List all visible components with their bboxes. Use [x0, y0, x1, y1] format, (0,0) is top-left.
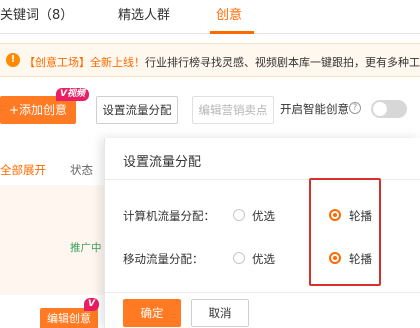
active-tab-indicator: [210, 31, 254, 34]
confirm-button[interactable]: 确定: [123, 299, 181, 327]
notice-tag[interactable]: 【创意工场】全新上线！: [24, 56, 145, 69]
set-traffic-allocation-button[interactable]: 设置流量分配: [96, 96, 178, 124]
status-column-header: 状态: [70, 163, 93, 177]
edit-selling-points-button[interactable]: 编辑营销卖点: [192, 96, 274, 124]
pc-traffic-label: 计算机流量分配：: [123, 209, 215, 223]
tab-keywords[interactable]: 关键词（8）: [0, 4, 73, 23]
divider: [105, 292, 420, 293]
mobile-optimal-label[interactable]: 优选: [252, 251, 275, 267]
toggle-knob: [373, 102, 387, 116]
warning-icon: !: [6, 53, 20, 67]
pc-optimal-radio[interactable]: [233, 209, 245, 221]
tab-audience[interactable]: 精选人群: [118, 4, 170, 23]
mobile-traffic-label: 移动流量分配：: [123, 252, 204, 266]
tab-creative[interactable]: 创意: [216, 4, 242, 23]
video-badge: V视频: [56, 88, 89, 101]
traffic-allocation-modal: 设置流量分配 计算机流量分配： 优选 轮播 移动流量分配： 优选 轮播 确定 取…: [104, 138, 420, 328]
smart-creative-label: 开启智能创意: [280, 102, 349, 116]
creative-page: 关键词（8） 精选人群 创意 ! 【创意工场】全新上线！行业排行榜寻找灵感、视频…: [0, 0, 420, 328]
notice-text: 【创意工场】全新上线！行业排行榜寻找灵感、视频剧本库一键跟拍，更有多种工: [24, 54, 420, 70]
pc-optimal-label[interactable]: 优选: [252, 208, 275, 224]
annotation-highlight-box: [309, 178, 381, 286]
smart-creative-toggle[interactable]: [371, 100, 407, 118]
status-badge: 推广中: [70, 242, 102, 254]
help-icon[interactable]: ?: [349, 102, 361, 114]
cancel-button[interactable]: 取消: [191, 299, 249, 327]
mobile-optimal-radio[interactable]: [233, 252, 245, 264]
edit-creative-button[interactable]: 编辑创意: [40, 308, 98, 328]
notice-bar: ! 【创意工场】全新上线！行业排行榜寻找灵感、视频剧本库一键跟拍，更有多种工: [0, 43, 420, 77]
video-badge: V: [84, 298, 99, 311]
tab-bar: 关键词（8） 精选人群 创意: [0, 0, 420, 34]
modal-title: 设置流量分配: [123, 155, 202, 170]
notice-body: 行业排行榜寻找灵感、视频剧本库一键跟拍，更有多种工: [145, 56, 420, 69]
expand-all-link[interactable]: 全部展开: [0, 162, 46, 178]
